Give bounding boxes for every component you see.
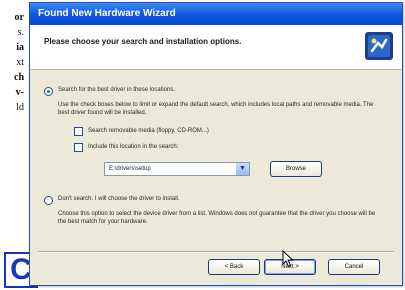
dont-search-radio[interactable] xyxy=(44,196,53,205)
browse-button[interactable]: Browse xyxy=(270,161,322,177)
dont-search-label: Don't search. I will choose the driver t… xyxy=(58,196,180,202)
document-line: xt xyxy=(16,57,24,68)
include-location-checkbox[interactable] xyxy=(74,143,83,152)
wizard-header: Please choose your search and installati… xyxy=(30,25,402,70)
location-value: E:\drivers\setup xyxy=(109,166,151,172)
button-separator xyxy=(38,251,394,253)
document-line: s. xyxy=(17,27,24,38)
document-line: ld xyxy=(16,102,24,113)
hardware-wizard-icon xyxy=(365,32,393,60)
mouse-pointer-icon xyxy=(282,250,294,268)
document-line: or xyxy=(14,12,24,23)
dont-search-description: Choose this option to select the device … xyxy=(58,211,376,225)
chevron-down-icon[interactable]: ▼ xyxy=(236,163,249,175)
back-button[interactable]: < Back xyxy=(208,259,260,275)
found-new-hardware-wizard-window: Found New Hardware Wizard Please choose … xyxy=(29,2,403,286)
cancel-button[interactable]: Cancel xyxy=(328,259,380,275)
document-text-fragment: or s. ia xt ch v- ld xyxy=(0,10,24,115)
window-title: Found New Hardware Wizard xyxy=(30,3,402,25)
document-line: v- xyxy=(15,87,24,98)
document-line: ch xyxy=(14,72,24,83)
include-location-label: Include this location in the search: xyxy=(88,144,179,150)
search-description: Use the check boxes below to limit or ex… xyxy=(58,102,374,116)
document-line: ia xyxy=(16,42,24,53)
location-combobox[interactable]: E:\drivers\setup ▼ xyxy=(104,162,250,176)
search-best-driver-radio[interactable] xyxy=(44,87,53,96)
search-removable-media-checkbox[interactable] xyxy=(74,127,83,136)
search-removable-media-label: Search removable media (floppy, CD-ROM..… xyxy=(88,128,209,134)
search-best-driver-label: Search for the best driver in these loca… xyxy=(58,87,176,93)
header-title: Please choose your search and installati… xyxy=(44,37,242,46)
wizard-content: Search for the best driver in these loca… xyxy=(30,70,402,245)
